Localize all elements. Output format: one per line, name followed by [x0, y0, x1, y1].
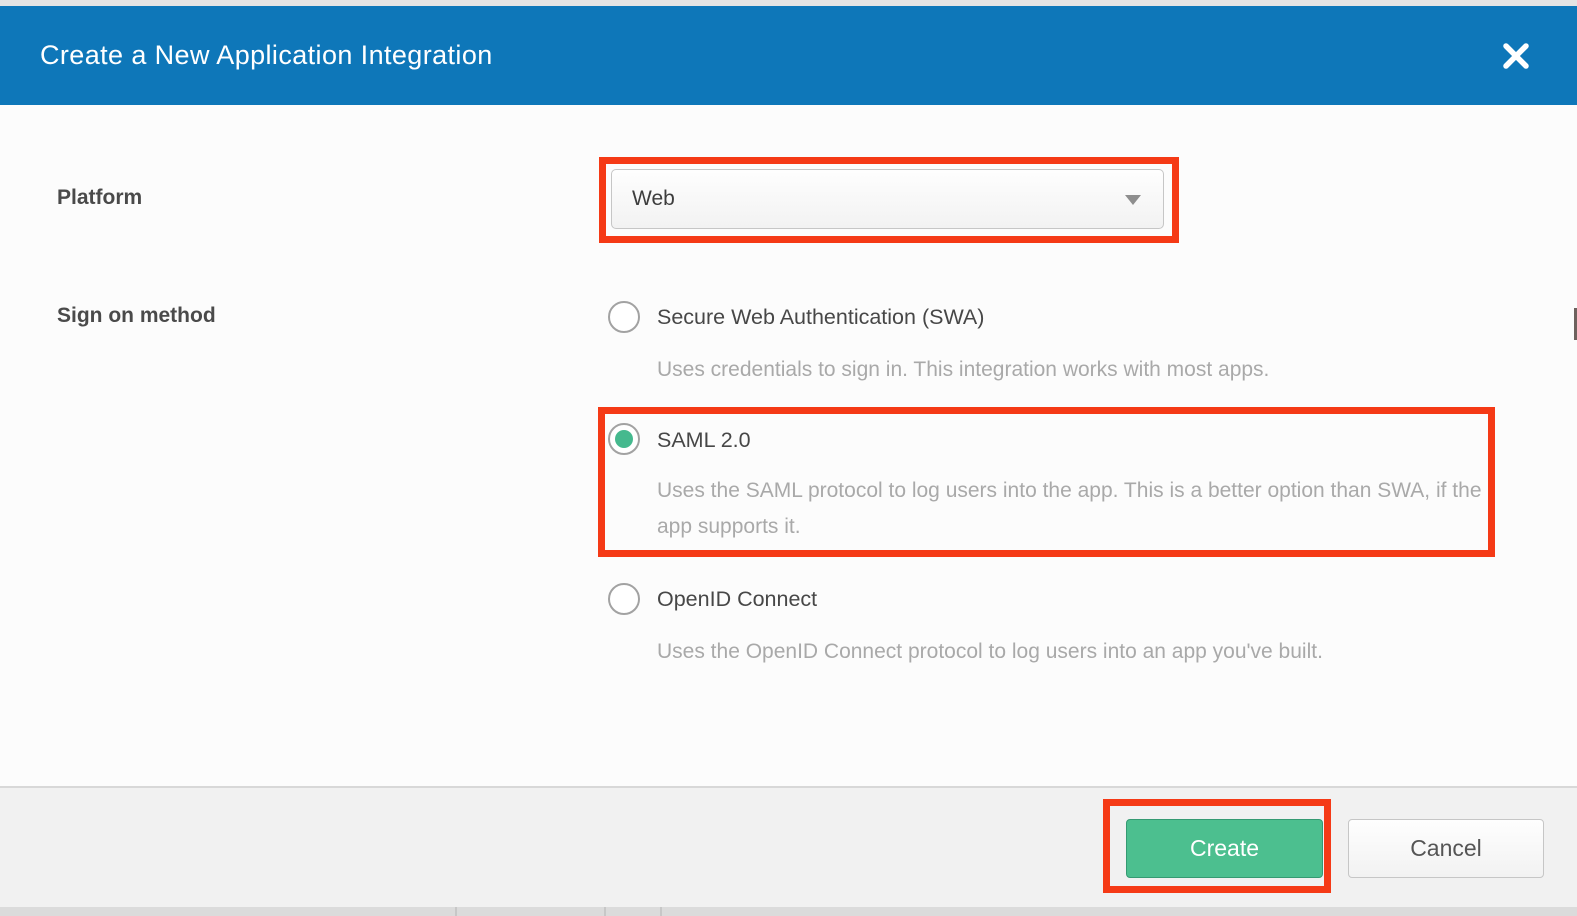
page-bottom-edge [0, 907, 1577, 916]
radio-openid-connect[interactable] [608, 583, 640, 615]
close-icon[interactable] [1499, 39, 1533, 73]
bottom-divider [455, 907, 457, 916]
sign-on-method-label: Sign on method [57, 304, 216, 328]
bottom-divider [660, 907, 662, 916]
modal-footer [0, 786, 1577, 907]
create-button[interactable]: Create [1126, 819, 1323, 878]
option-label-saml[interactable]: SAML 2.0 [657, 428, 751, 453]
option-desc-saml: Uses the SAML protocol to log users into… [657, 473, 1487, 545]
option-desc-swa: Uses credentials to sign in. This integr… [657, 352, 1269, 388]
radio-selected-dot [615, 430, 633, 448]
radio-swa[interactable] [608, 301, 640, 333]
option-desc-openid-connect: Uses the OpenID Connect protocol to log … [657, 634, 1323, 670]
modal-title: Create a New Application Integration [40, 40, 493, 71]
modal-header: Create a New Application Integration [0, 6, 1577, 105]
platform-select-value: Web [632, 187, 675, 211]
bottom-divider [604, 907, 606, 916]
platform-label: Platform [57, 186, 142, 210]
radio-saml[interactable] [608, 423, 640, 455]
cancel-button[interactable]: Cancel [1348, 819, 1544, 878]
option-label-openid-connect[interactable]: OpenID Connect [657, 587, 817, 612]
platform-select[interactable]: Web [611, 169, 1164, 229]
chevron-down-icon [1125, 195, 1141, 205]
create-application-modal: Create a New Application Integration Pla… [0, 0, 1577, 916]
option-label-swa[interactable]: Secure Web Authentication (SWA) [657, 305, 984, 330]
